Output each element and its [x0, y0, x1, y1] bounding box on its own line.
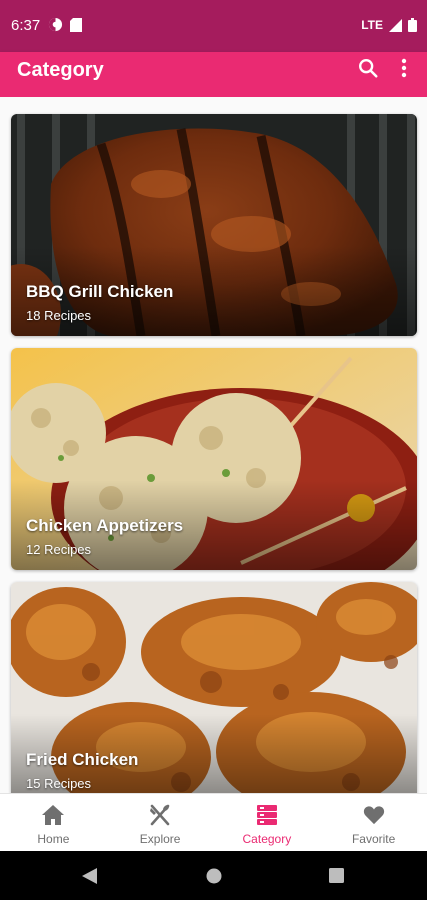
category-recipe-count: 18 Recipes [26, 308, 92, 323]
nav-item-explore[interactable]: Explore [107, 794, 214, 852]
status-time: 6:37 [11, 17, 41, 34]
category-icon [256, 803, 278, 827]
nav-item-favorite[interactable]: Favorite [320, 794, 427, 852]
more-vert-icon[interactable] [401, 58, 407, 78]
recents-icon[interactable] [329, 868, 344, 883]
category-title: Chicken Appetizers [26, 516, 184, 535]
heart-icon [363, 803, 385, 827]
nav-label-explore: Explore [139, 832, 181, 846]
network-type: LTE [361, 18, 383, 32]
nav-item-category[interactable]: Category [214, 794, 321, 852]
home-icon [41, 803, 65, 827]
system-navigation-bar [0, 851, 427, 900]
status-bar: 6:37 LTE [0, 0, 427, 52]
nav-label-home: Home [37, 832, 70, 846]
category-list[interactable]: BBQ Grill Chicken 18 Recipes Chicken App… [0, 97, 427, 793]
category-recipe-count: 15 Recipes [26, 776, 92, 791]
category-title: BBQ Grill Chicken [26, 282, 174, 301]
category-title: Fried Chicken [26, 750, 139, 769]
nav-label-category: Category [242, 832, 292, 846]
category-card-chicken-appetizers[interactable]: Chicken Appetizers 12 Recipes [11, 348, 417, 570]
status-right-icons: LTE [361, 18, 417, 32]
nav-label-favorite: Favorite [351, 832, 396, 846]
sd-card-icon [70, 17, 82, 32]
home-button-icon[interactable] [206, 868, 222, 884]
page-title: Category [17, 59, 104, 81]
data-saver-icon [48, 17, 63, 32]
battery-icon [408, 18, 417, 32]
app-bar: Category [0, 52, 427, 97]
category-card-fried-chicken[interactable]: Fried Chicken 15 Recipes [11, 582, 417, 793]
status-notification-icons [48, 17, 82, 32]
category-card-bbq-grill-chicken[interactable]: BBQ Grill Chicken 18 Recipes [11, 114, 417, 336]
search-icon[interactable] [357, 57, 379, 79]
category-recipe-count: 12 Recipes [26, 542, 92, 557]
nav-item-home[interactable]: Home [0, 794, 107, 852]
fork-knife-icon [148, 803, 172, 827]
back-icon[interactable] [82, 868, 97, 884]
bottom-navigation: Home Explore Category Favorite [0, 793, 427, 852]
signal-icon [389, 18, 402, 32]
